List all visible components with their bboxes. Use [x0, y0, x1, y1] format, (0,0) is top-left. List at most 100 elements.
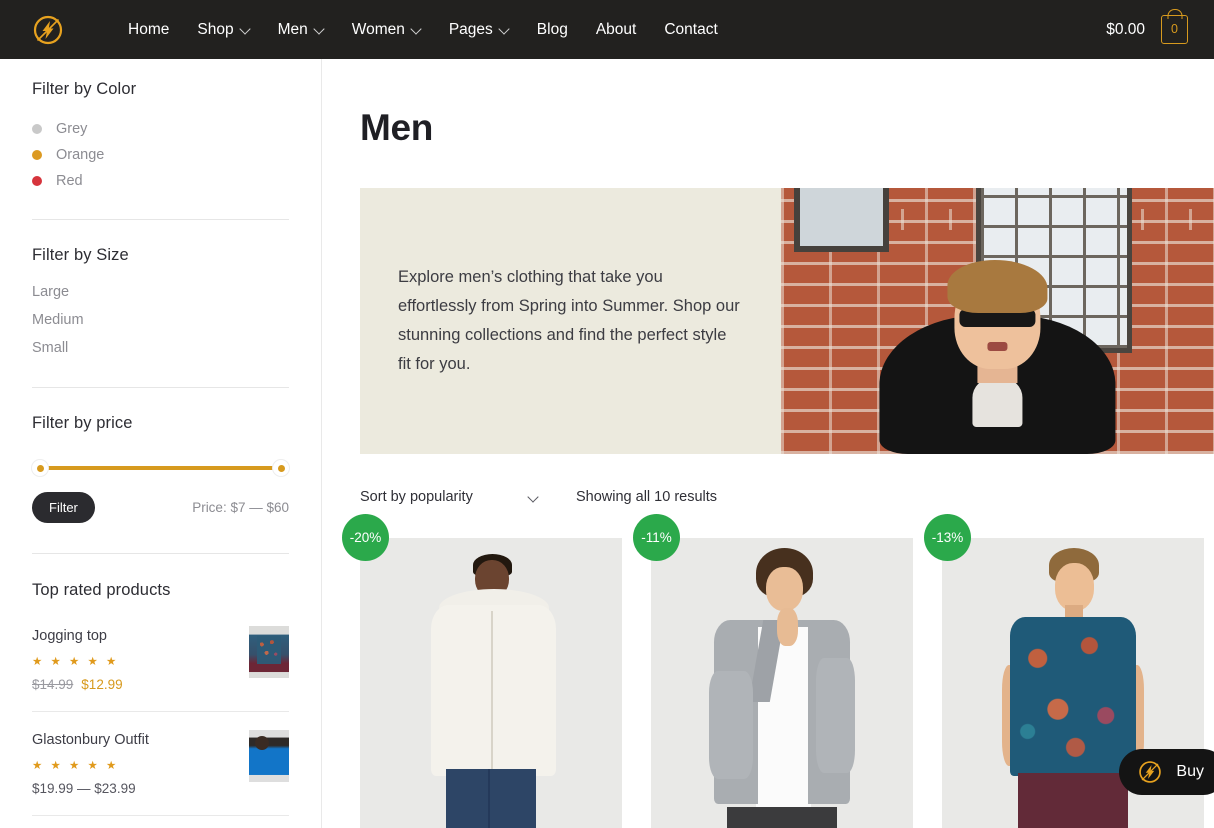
size-filter-block: Filter by Size Large Medium Small: [32, 220, 289, 388]
color-filter-block: Filter by Color Grey Orange Red: [32, 59, 289, 220]
floral-tee: [1010, 617, 1136, 776]
price-range: $19.99 — $23.99: [32, 780, 136, 796]
chevron-down-icon: [500, 25, 509, 34]
list-item[interactable]: Glastonbury Outfit ★ ★ ★ ★ ★ $19.99 — $2…: [32, 710, 289, 815]
size-label: Small: [32, 340, 69, 356]
slider-track: [42, 466, 279, 470]
model-head: [766, 566, 803, 611]
discount-badge: -20%: [342, 514, 389, 561]
nav-label: About: [595, 20, 637, 38]
nav-label: Men: [277, 20, 308, 38]
sort-selected-value: Sort by popularity: [360, 489, 473, 505]
filter-sidebar: Filter by Color Grey Orange Red Filter b…: [0, 59, 322, 828]
hoodie-zipper: [491, 610, 493, 770]
main-navigation: Home Shop Men Women Pages Blog About Con…: [114, 21, 732, 39]
hero-description: Explore men’s clothing that take you eff…: [398, 267, 740, 374]
product-image[interactable]: [651, 538, 913, 828]
hero-model-figure: [872, 231, 1123, 454]
price-filter-row: Filter Price: $7 — $60: [32, 492, 289, 523]
nav-item-contact[interactable]: Contact: [650, 21, 731, 39]
sort-dropdown[interactable]: Sort by popularity: [360, 489, 538, 505]
product-card-2[interactable]: -11%: [633, 514, 913, 828]
product-name: Glastonbury Outfit: [32, 731, 149, 748]
color-swatch-icon: [32, 176, 42, 186]
blazer-sleeve-left: [708, 671, 754, 779]
color-option-orange[interactable]: Orange: [32, 142, 289, 168]
discount-badge: -13%: [924, 514, 971, 561]
buy-button-label: Buy: [1176, 763, 1204, 780]
hero-banner: Explore men’s clothing that take you eff…: [360, 188, 1214, 454]
size-option-medium[interactable]: Medium: [32, 306, 289, 334]
model-hair: [947, 259, 1048, 314]
price-sale: $12.99: [81, 676, 123, 692]
color-label: Red: [56, 173, 83, 189]
nav-item-women[interactable]: Women: [338, 21, 435, 39]
product-image[interactable]: [360, 538, 622, 828]
filter-button[interactable]: Filter: [32, 492, 95, 523]
price-filter-block: Filter by price Filter Price: $7 — $60: [32, 388, 289, 554]
size-label: Medium: [32, 312, 84, 328]
color-swatch-icon: [32, 150, 42, 160]
size-filter-title: Filter by Size: [32, 246, 129, 264]
blue-jeans: [446, 769, 536, 828]
nav-label: Shop: [197, 20, 234, 38]
nav-item-pages[interactable]: Pages: [435, 21, 523, 39]
size-option-large[interactable]: Large: [32, 278, 289, 306]
dark-jeans: [726, 807, 837, 828]
nav-label: Contact: [664, 20, 718, 38]
price-range-slider[interactable]: [32, 460, 289, 476]
products-toolbar: Sort by popularity Showing all 10 result…: [360, 484, 1214, 510]
hero-text-panel: Explore men’s clothing that take you eff…: [360, 188, 781, 454]
section-divider: [32, 814, 289, 816]
chevron-down-icon: [241, 25, 250, 34]
product-card-1[interactable]: -20%: [342, 514, 622, 828]
product-name: Jogging top: [32, 628, 107, 644]
model-hand: [776, 607, 798, 646]
buy-now-button[interactable]: Buy: [1119, 749, 1214, 795]
color-label: Orange: [56, 147, 105, 163]
cart-area[interactable]: $0.00 0: [1106, 0, 1188, 59]
color-filter-title: Filter by Color: [32, 80, 137, 98]
list-item[interactable]: Jogging top ★ ★ ★ ★ ★ $14.99 $12.99: [32, 608, 289, 711]
top-rated-title: Top rated products: [32, 581, 171, 599]
white-shirt: [972, 378, 1023, 428]
color-options: Grey Orange Red: [32, 116, 289, 194]
hero-image: [781, 188, 1214, 454]
product-info: Glastonbury Outfit ★ ★ ★ ★ ★ $19.99 — $2…: [32, 730, 149, 796]
jeans-seam: [488, 769, 491, 828]
nav-item-shop[interactable]: Shop: [183, 21, 263, 39]
cart-item-count: 0: [1171, 22, 1178, 37]
main-content: Men Explore men’s clothing that take you…: [322, 59, 1214, 828]
price-original: $14.99: [32, 676, 74, 692]
page-title: Men: [360, 107, 434, 148]
color-option-grey[interactable]: Grey: [32, 116, 289, 142]
nav-item-blog[interactable]: Blog: [523, 21, 582, 39]
chevron-down-icon: [412, 25, 421, 34]
model-mouth: [987, 342, 1008, 352]
size-label: Large: [32, 284, 70, 300]
white-hoodie: [430, 604, 557, 776]
shopping-bag-icon[interactable]: 0: [1161, 15, 1188, 44]
product-thumbnail[interactable]: [249, 626, 289, 678]
product-prices: $19.99 — $23.99: [32, 781, 149, 796]
nav-item-men[interactable]: Men: [264, 21, 338, 39]
nav-item-about[interactable]: About: [582, 21, 651, 39]
product-info: Jogging top ★ ★ ★ ★ ★ $14.99 $12.99: [32, 626, 123, 692]
slider-handle-max[interactable]: [273, 460, 289, 476]
size-option-small[interactable]: Small: [32, 334, 289, 362]
size-options: Large Medium Small: [32, 278, 289, 362]
nav-item-home[interactable]: Home: [114, 21, 183, 39]
color-label: Grey: [56, 121, 88, 137]
rating-stars: ★ ★ ★ ★ ★: [32, 655, 119, 668]
site-logo[interactable]: [28, 10, 68, 50]
burgundy-shorts: [1017, 772, 1128, 828]
color-swatch-icon: [32, 124, 42, 134]
lightning-bolt-logo-icon: [33, 15, 63, 44]
cart-total: $0.00: [1106, 20, 1145, 38]
color-option-red[interactable]: Red: [32, 168, 289, 194]
product-thumbnail[interactable]: [249, 729, 289, 782]
price-range-text: Price: $7 — $60: [192, 500, 289, 515]
slider-handle-min[interactable]: [32, 460, 48, 476]
nav-label: Women: [351, 20, 405, 38]
nav-label: Pages: [448, 20, 493, 38]
